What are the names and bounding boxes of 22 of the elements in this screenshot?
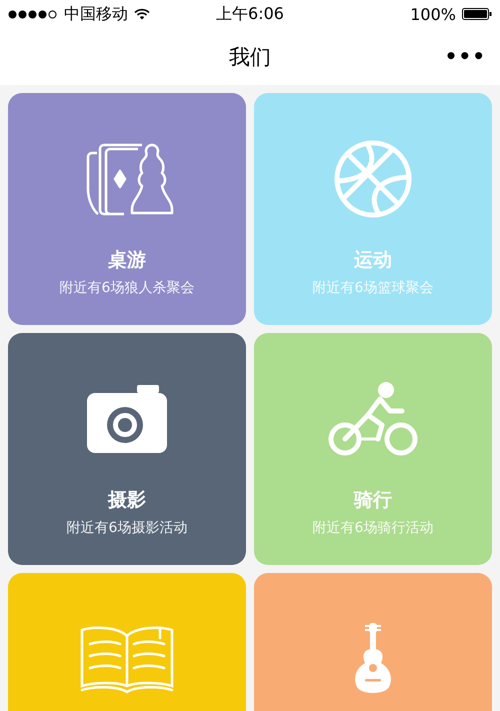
battery-percent: 100% xyxy=(410,4,456,24)
battery-icon xyxy=(462,8,492,20)
category-card[interactable]: 摄影 附近有6场摄影活动 xyxy=(8,333,246,565)
book-icon xyxy=(80,624,174,694)
card-title: 摄影 xyxy=(108,488,146,513)
status-time: 上午6:06 xyxy=(216,4,284,24)
card-subtitle: 附近有6场骑行活动 xyxy=(312,519,434,537)
card-subtitle: 附近有6场摄影活动 xyxy=(66,519,188,537)
camera-icon xyxy=(87,385,167,453)
card-title: 运动 xyxy=(354,248,392,273)
signal-icon xyxy=(8,10,58,18)
wifi-icon xyxy=(134,8,150,20)
basketball-icon xyxy=(333,139,413,219)
card-title: 桌游 xyxy=(108,248,146,273)
carrier-name: 中国移动 xyxy=(64,4,128,24)
cyclist-icon xyxy=(328,381,418,457)
category-card[interactable]: 桌游 附近有6场狼人杀聚会 xyxy=(8,93,246,325)
card-title: 骑行 xyxy=(354,488,392,513)
more-button[interactable]: ••• xyxy=(442,44,488,68)
page-title: 我们 xyxy=(229,44,271,70)
card-subtitle: 附近有6场狼人杀聚会 xyxy=(60,279,194,297)
card-subtitle: 附近有6场篮球聚会 xyxy=(312,279,434,297)
